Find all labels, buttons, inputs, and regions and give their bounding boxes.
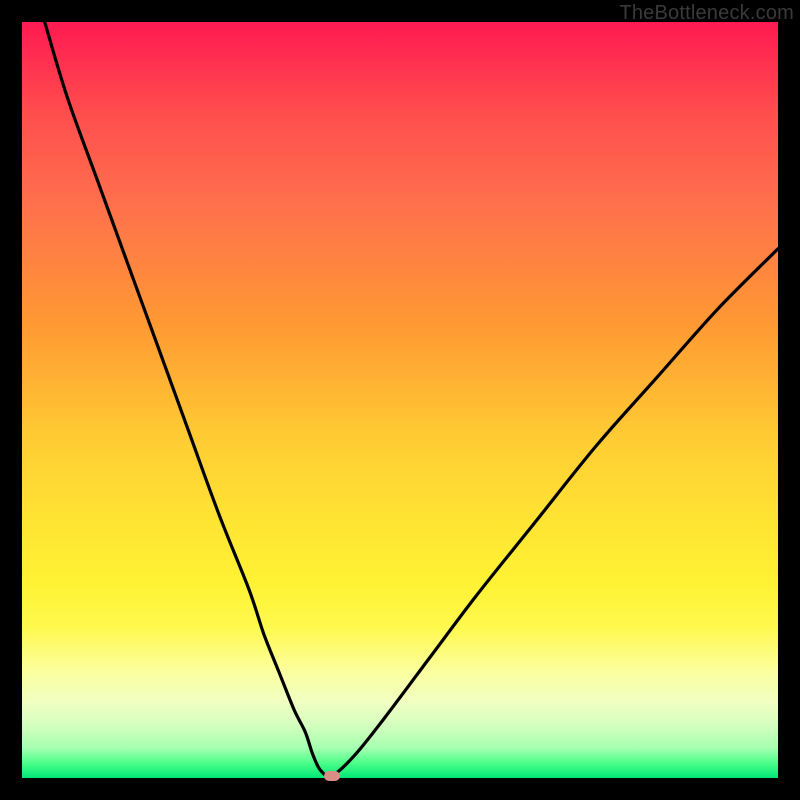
minimum-marker — [324, 771, 340, 781]
watermark-text: TheBottleneck.com — [619, 2, 794, 25]
plot-area — [22, 22, 778, 778]
bottleneck-curve — [22, 22, 778, 778]
curve-path — [45, 22, 778, 776]
